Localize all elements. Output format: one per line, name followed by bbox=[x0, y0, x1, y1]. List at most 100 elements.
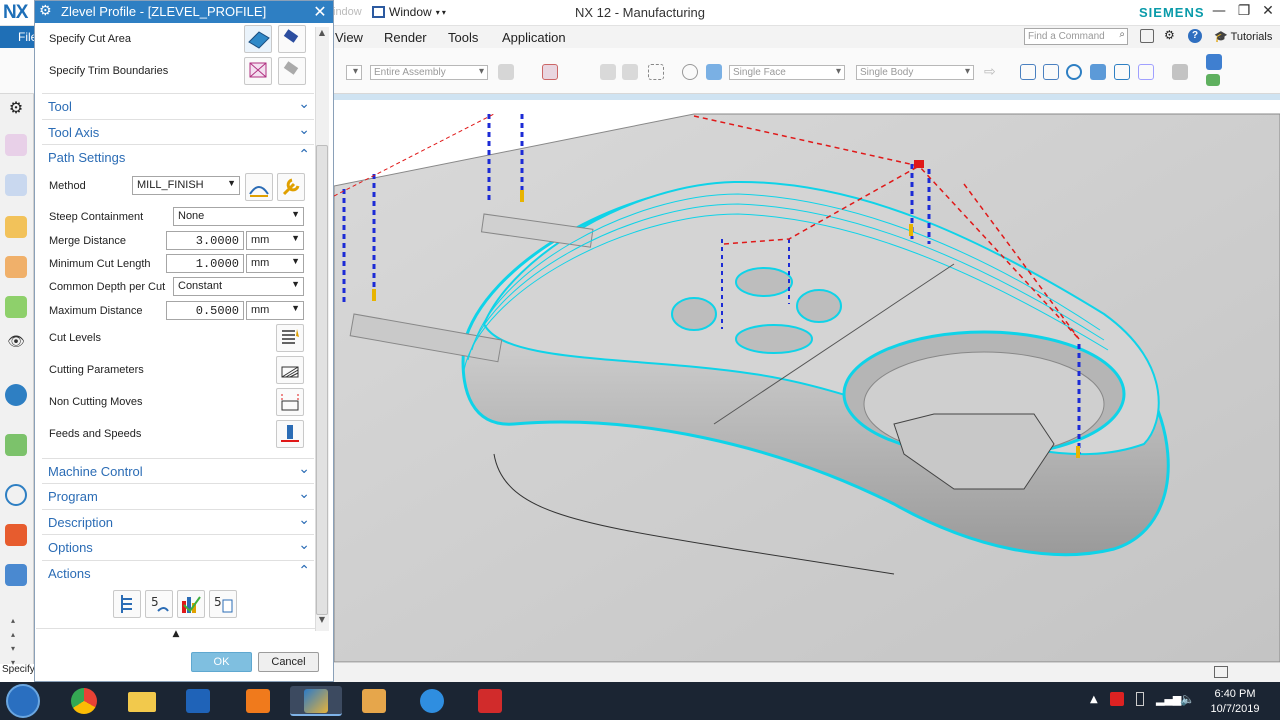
common-depth-select[interactable]: Constant ▼ bbox=[173, 277, 304, 296]
lasso-icon[interactable] bbox=[682, 64, 698, 80]
select-filter-icon[interactable] bbox=[542, 64, 558, 80]
tool-library-icon[interactable] bbox=[5, 256, 27, 278]
selection-intent-icon[interactable] bbox=[600, 64, 616, 80]
ok-button[interactable]: OK bbox=[191, 652, 252, 672]
body-rule-select[interactable]: Single Body bbox=[856, 65, 974, 80]
close-window-button[interactable]: ✕ bbox=[1257, 3, 1279, 23]
maximum-distance-unit-select[interactable]: mm ▼ bbox=[246, 301, 304, 320]
scroll-arrows-icon[interactable]: ▴ ▴ ▾ ▾ bbox=[11, 614, 15, 670]
flashlight-icon[interactable] bbox=[278, 57, 306, 85]
section-machine-control[interactable]: Machine Control ⌄ bbox=[42, 458, 314, 483]
graphics-window[interactable] bbox=[334, 94, 1280, 662]
recorder-icon[interactable] bbox=[238, 686, 278, 716]
collapse-dialog-arrow[interactable]: ▲ bbox=[36, 628, 316, 642]
window-layout-icon[interactable] bbox=[1140, 29, 1154, 43]
help-icon[interactable]: ? bbox=[1188, 29, 1202, 43]
select-trim-boundary-button[interactable] bbox=[244, 57, 272, 85]
menu-view[interactable]: View bbox=[335, 30, 363, 45]
fullscreen-icon[interactable] bbox=[1214, 666, 1228, 678]
minimize-button[interactable]: — bbox=[1208, 3, 1230, 23]
face-rule-select[interactable]: Single Face bbox=[729, 65, 845, 80]
pan-icon[interactable] bbox=[1090, 64, 1106, 80]
verify-toolpath-button[interactable] bbox=[177, 590, 205, 618]
section-tool[interactable]: Tool ⌄ bbox=[42, 93, 314, 118]
edit-method-wrench-icon[interactable] bbox=[277, 173, 305, 201]
flashlight-icon[interactable] bbox=[278, 25, 306, 53]
acrobat-icon[interactable] bbox=[470, 686, 510, 716]
scroll-up-arrow[interactable]: ▲ bbox=[315, 28, 329, 42]
powerpoint-icon[interactable] bbox=[354, 686, 394, 716]
select-cut-area-button[interactable] bbox=[244, 25, 272, 53]
render-style-icon[interactable] bbox=[1114, 64, 1130, 80]
snap-icon[interactable] bbox=[498, 64, 514, 80]
orient-view-icon[interactable] bbox=[1138, 64, 1154, 80]
restore-button[interactable]: ❐ bbox=[1233, 3, 1255, 23]
cube-view-icon[interactable] bbox=[1206, 54, 1222, 70]
method-select[interactable]: MILL_FINISH ▼ bbox=[132, 176, 240, 195]
curve-rule-icon[interactable] bbox=[622, 64, 638, 80]
sync-icon[interactable] bbox=[412, 686, 452, 716]
network-icon[interactable]: ▂▄▆ bbox=[1156, 693, 1181, 706]
battery-icon[interactable] bbox=[1136, 692, 1144, 706]
navigator-icon[interactable] bbox=[5, 134, 27, 156]
close-dialog-button[interactable]: ✕ bbox=[309, 2, 331, 22]
volume-icon[interactable]: 🔈 bbox=[1180, 692, 1195, 706]
notification-icon[interactable] bbox=[1110, 692, 1124, 706]
menu-application[interactable]: Application bbox=[502, 30, 566, 45]
non-cutting-moves-button[interactable] bbox=[276, 388, 304, 416]
shading-icon[interactable] bbox=[1206, 74, 1220, 86]
find-command-input[interactable]: Find a Command ⌕ bbox=[1024, 28, 1128, 45]
file-tab[interactable]: File bbox=[0, 26, 38, 48]
section-description[interactable]: Description ⌄ bbox=[42, 509, 314, 534]
merge-distance-input[interactable]: 3.0000 bbox=[166, 231, 244, 250]
minimum-cut-length-unit-select[interactable]: mm ▼ bbox=[246, 254, 304, 273]
eye-icon[interactable]: 👁 bbox=[5, 334, 27, 356]
maximum-distance-input[interactable]: 0.5000 bbox=[166, 301, 244, 320]
scroll-down-arrow[interactable]: ▼ bbox=[315, 615, 329, 629]
assembly-filter-select[interactable]: Entire Assembly bbox=[370, 65, 488, 80]
clock[interactable]: 6:40 PM 10/7/2019 bbox=[1200, 687, 1270, 717]
gear-icon[interactable]: ⚙ bbox=[39, 3, 52, 19]
zoom-icon[interactable] bbox=[1043, 64, 1059, 80]
fit-view-icon[interactable] bbox=[1020, 64, 1036, 80]
generate-toolpath-button[interactable] bbox=[113, 590, 141, 618]
type-filter-select[interactable] bbox=[346, 65, 362, 80]
settings-icon[interactable]: ⚙ bbox=[1164, 28, 1175, 42]
display-mode-icon[interactable] bbox=[1172, 64, 1188, 80]
section-actions[interactable]: Actions ⌃ bbox=[42, 560, 314, 585]
cut-levels-button[interactable] bbox=[276, 324, 304, 352]
operation-navigator-icon[interactable] bbox=[5, 174, 27, 196]
feeds-speeds-button[interactable] bbox=[276, 420, 304, 448]
media-player-icon[interactable] bbox=[178, 686, 218, 716]
arrow-right-icon[interactable]: ⇨ bbox=[984, 64, 1000, 80]
menu-tools[interactable]: Tools bbox=[448, 30, 478, 45]
machine-tool-icon[interactable] bbox=[5, 216, 27, 238]
section-options[interactable]: Options ⌄ bbox=[42, 534, 314, 559]
merge-distance-unit-select[interactable]: mm ▼ bbox=[246, 231, 304, 250]
cancel-button[interactable]: Cancel bbox=[258, 652, 319, 672]
scrollbar-thumb[interactable] bbox=[316, 145, 328, 615]
start-button[interactable] bbox=[6, 684, 40, 718]
list-toolpath-button[interactable]: 5 bbox=[209, 590, 237, 618]
create-method-button[interactable] bbox=[245, 173, 273, 201]
section-program[interactable]: Program ⌄ bbox=[42, 483, 314, 508]
cutting-parameters-button[interactable] bbox=[276, 356, 304, 384]
nx-taskbar-icon[interactable] bbox=[290, 686, 342, 716]
minimum-cut-length-input[interactable]: 1.0000 bbox=[166, 254, 244, 273]
solid-body-icon[interactable] bbox=[706, 64, 722, 80]
steep-containment-select[interactable]: None ▼ bbox=[173, 207, 304, 226]
reuse-library-icon[interactable] bbox=[5, 296, 27, 318]
replay-toolpath-button[interactable]: 5 bbox=[145, 590, 173, 618]
gear-icon[interactable]: ⚙ bbox=[5, 98, 27, 120]
palette-icon[interactable] bbox=[5, 524, 27, 546]
history-icon[interactable] bbox=[5, 484, 27, 506]
dialog-title[interactable]: Zlevel Profile - [ZLEVEL_PROFILE] bbox=[35, 1, 333, 23]
rotate-icon[interactable] bbox=[1066, 64, 1082, 80]
toolpath-view[interactable] bbox=[334, 94, 1280, 662]
section-tool-axis[interactable]: Tool Axis ⌄ bbox=[42, 119, 314, 144]
roles-icon[interactable] bbox=[5, 564, 27, 586]
menu-render[interactable]: Render bbox=[384, 30, 427, 45]
show-hidden-icons-button[interactable]: ▲ bbox=[1090, 694, 1098, 705]
tutorials-link[interactable]: 🎓 Tutorials bbox=[1214, 30, 1272, 43]
box-select-icon[interactable] bbox=[648, 64, 664, 80]
